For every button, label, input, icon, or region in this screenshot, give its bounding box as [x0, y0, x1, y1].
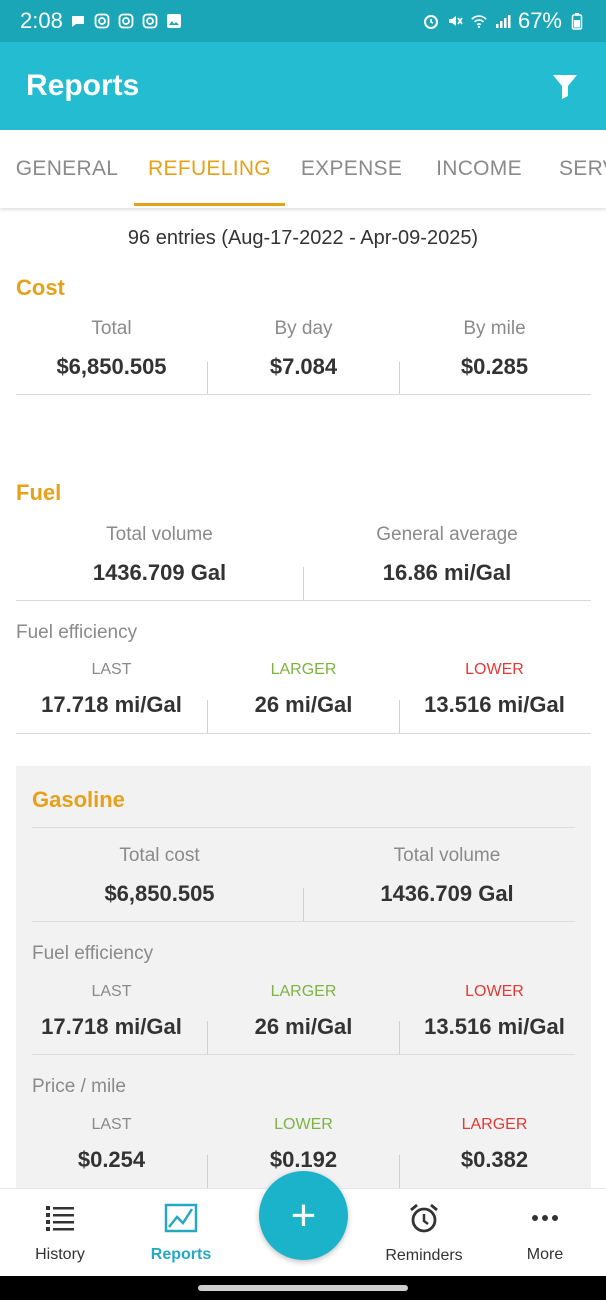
nav-history-label: History	[35, 1245, 85, 1263]
fuel-efficiency-larger-value: 26 mi/Gal	[254, 692, 353, 717]
cost-by-mile-value: $0.285	[460, 354, 529, 379]
fuel-general-average-value: 16.86 mi/Gal	[382, 560, 512, 585]
gasoline-efficiency-last-label: LAST	[91, 983, 132, 1000]
price-last-value: $0.254	[77, 1147, 146, 1172]
gasoline-efficiency-larger-value: 26 mi/Gal	[254, 1014, 353, 1039]
entries-summary: 96 entries (Aug-17-2022 - Apr-09-2025)	[127, 227, 479, 249]
cost-by-day-label: By day	[274, 318, 333, 339]
fuel-efficiency-larger-label: LARGER	[270, 661, 337, 678]
price-last-label: LAST	[91, 1116, 132, 1133]
fuel-total-volume-label: Total volume	[106, 524, 213, 545]
gasoline-efficiency-lower-label: LOWER	[465, 983, 524, 1000]
status-right: 67%	[422, 8, 586, 34]
cost-section-title: Cost	[16, 275, 65, 300]
mute-icon	[446, 12, 464, 30]
alarm-status-icon	[422, 12, 440, 30]
fuel-efficiency-last-value: 17.718 mi/Gal	[41, 692, 182, 717]
cost-by-day-value: $7.084	[269, 354, 338, 379]
system-navigation-bar	[0, 1276, 606, 1300]
divider	[399, 1021, 400, 1054]
nav-history[interactable]: History	[0, 1189, 120, 1277]
price-larger-label: LARGER	[461, 1116, 528, 1133]
status-time: 2:08	[20, 8, 63, 33]
gasoline-efficiency-last-value: 17.718 mi/Gal	[41, 1014, 182, 1039]
battery-percent: 67%	[517, 8, 562, 33]
divider	[16, 600, 591, 601]
instagram-notification-icon	[117, 12, 135, 30]
nav-reminders-label: Reminders	[385, 1246, 463, 1264]
image-notification-icon	[165, 12, 183, 30]
tab-general[interactable]: GENERAL	[0, 130, 134, 208]
alarm-icon	[407, 1202, 441, 1239]
instagram-notification-icon	[93, 12, 111, 30]
nav-reports[interactable]: Reports	[121, 1189, 241, 1277]
divider	[303, 567, 304, 600]
battery-icon	[568, 12, 586, 30]
nav-reports-label: Reports	[150, 1245, 212, 1263]
divider	[16, 394, 591, 395]
fuel-efficiency-last-label: LAST	[91, 661, 132, 678]
fuel-section-title: Fuel	[16, 480, 62, 505]
divider	[32, 1054, 575, 1055]
divider	[207, 362, 208, 394]
fuel-efficiency-lower-value: 13.516 mi/Gal	[424, 692, 565, 717]
divider	[207, 1155, 208, 1188]
tab-service[interactable]: SERV	[540, 130, 606, 208]
gasoline-section-title: Gasoline	[32, 787, 125, 812]
price-lower-value: $0.192	[269, 1147, 338, 1172]
more-dots-icon	[529, 1203, 561, 1238]
signal-icon	[494, 12, 512, 30]
gasoline-price-per-mile-label: Price / mile	[32, 1076, 126, 1097]
app-bar: Reports	[0, 42, 606, 130]
price-lower-label: LOWER	[274, 1116, 333, 1133]
active-tab-indicator	[134, 203, 285, 206]
chart-icon	[164, 1203, 198, 1238]
nav-more[interactable]: More	[485, 1189, 605, 1277]
tab-refueling[interactable]: REFUELING	[134, 130, 285, 208]
divider	[399, 1155, 400, 1188]
gasoline-total-cost-label: Total cost	[119, 845, 200, 866]
price-larger-value: $0.382	[460, 1147, 529, 1172]
tab-bar: GENERAL REFUELING EXPENSE INCOME SERV	[0, 130, 606, 208]
gasoline-fuel-efficiency-label: Fuel efficiency	[32, 943, 154, 964]
divider	[207, 1021, 208, 1054]
fuel-general-average-label: General average	[376, 524, 518, 545]
fuel-efficiency-lower-label: LOWER	[465, 661, 524, 678]
add-entry-button[interactable]: +	[259, 1171, 348, 1260]
divider	[32, 921, 575, 922]
status-bar: 2:08 67%	[0, 0, 606, 42]
divider	[32, 827, 575, 828]
tab-income[interactable]: INCOME	[418, 130, 540, 208]
chat-notification-icon	[69, 12, 87, 30]
cost-total-value: $6,850.505	[56, 354, 167, 379]
divider	[399, 362, 400, 394]
list-icon	[44, 1203, 76, 1238]
gasoline-efficiency-larger-label: LARGER	[270, 983, 337, 1000]
home-gesture-handle[interactable]	[198, 1285, 408, 1291]
nav-more-label: More	[526, 1245, 564, 1263]
nav-reminders[interactable]: Reminders	[364, 1189, 484, 1277]
wifi-icon	[470, 12, 488, 30]
fuel-total-volume-value: 1436.709 Gal	[92, 560, 227, 585]
divider	[303, 888, 304, 921]
instagram-notification-icon	[141, 12, 159, 30]
page-title: Reports	[26, 69, 140, 102]
filter-icon[interactable]	[550, 71, 580, 101]
divider	[16, 733, 591, 734]
divider	[207, 700, 208, 733]
gasoline-total-cost-value: $6,850.505	[104, 881, 215, 906]
cost-by-mile-label: By mile	[463, 318, 526, 339]
tab-expense[interactable]: EXPENSE	[285, 130, 418, 208]
status-left: 2:08	[20, 8, 183, 34]
divider	[399, 700, 400, 733]
fuel-efficiency-label: Fuel efficiency	[16, 622, 138, 643]
gasoline-total-volume-value: 1436.709 Gal	[380, 881, 514, 906]
cost-total-label: Total	[91, 318, 132, 339]
plus-icon: +	[290, 1190, 317, 1240]
gasoline-efficiency-lower-value: 13.516 mi/Gal	[424, 1014, 565, 1039]
gasoline-total-volume-label: Total volume	[393, 845, 501, 866]
